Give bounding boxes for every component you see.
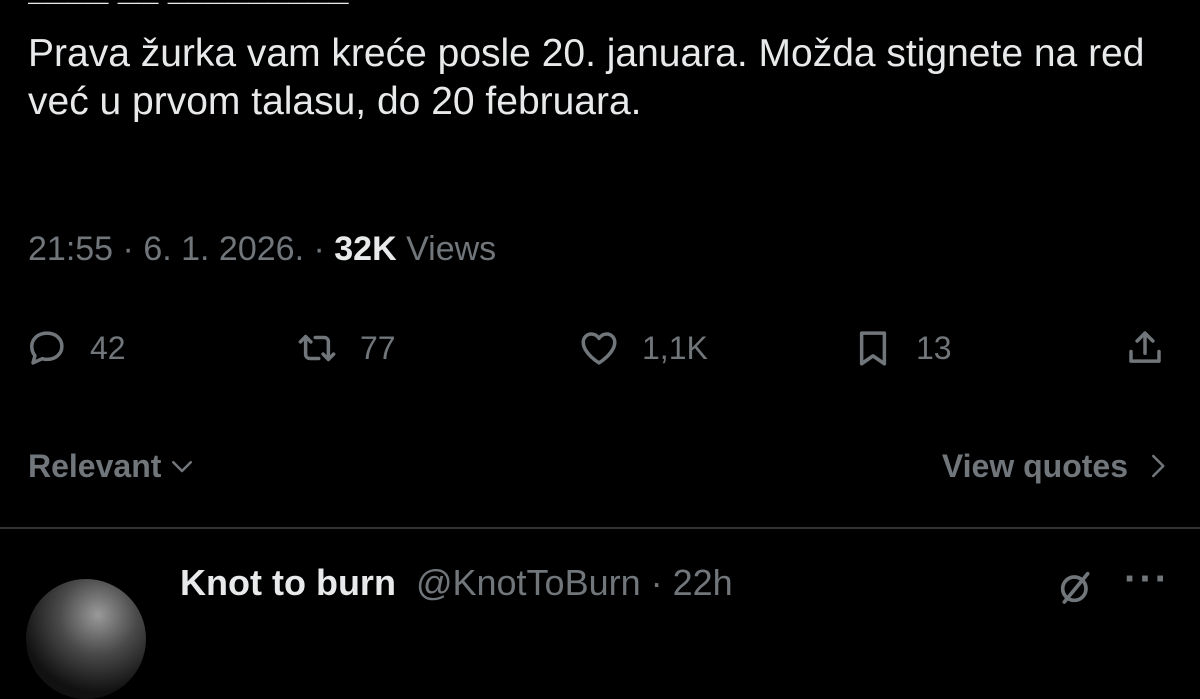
reply-header: Knot to burn @KnotToBurn · 22h	[180, 561, 733, 605]
retweet-icon	[298, 334, 336, 362]
share-icon	[1129, 331, 1161, 363]
bookmark-count: 13	[916, 329, 952, 366]
like-count: 1,1K	[642, 329, 708, 366]
tweet-meta: 21:55 · 6. 1. 2026. · 32K Views	[28, 226, 496, 272]
reply-icon	[30, 331, 64, 365]
share-button[interactable]	[1124, 316, 1166, 380]
view-quotes-link[interactable]: View quotes	[942, 440, 1172, 492]
tweet-actions: 42 77 1,1K 13	[0, 316, 1200, 380]
reply-time: 22h	[672, 562, 733, 603]
tweet-text: Prava žurka vam kreće posle 20. januara.…	[28, 32, 1145, 123]
reply-handle-text: @KnotToBurn	[415, 562, 641, 603]
bookmark-icon	[859, 331, 887, 366]
reply-filter-row: Relevant View quotes	[0, 440, 1200, 492]
meta-separator: ·	[313, 230, 335, 268]
views-label: Views	[406, 230, 497, 268]
reply-author-handle[interactable]: @KnotToBurn · 22h	[416, 562, 733, 603]
sort-label: Relevant	[28, 448, 162, 484]
chevron-down-icon	[172, 461, 193, 473]
reply-author-name[interactable]: Knot to burn	[180, 562, 396, 603]
reply-button[interactable]: 42	[26, 316, 126, 380]
bookmark-button[interactable]: 13	[852, 316, 952, 380]
view-quotes-label: View quotes	[941, 448, 1128, 484]
previous-text-line-clipped: ____ __ _________	[28, 0, 388, 4]
retweet-count: 77	[360, 329, 396, 366]
heart-icon	[581, 332, 617, 365]
reply-count: 42	[90, 329, 126, 366]
grok-icon[interactable]	[1056, 567, 1096, 607]
reply-tweet[interactable]: Knot to burn @KnotToBurn · 22h ···	[0, 555, 1200, 699]
views-count[interactable]: 32K	[334, 230, 396, 268]
tweet-time[interactable]: 21:55	[28, 230, 113, 268]
chevron-right-icon	[1152, 454, 1165, 478]
divider	[0, 527, 1200, 529]
tweet-date[interactable]: 6. 1. 2026.	[143, 230, 304, 268]
avatar[interactable]	[26, 579, 146, 699]
sort-dropdown[interactable]: Relevant	[28, 440, 197, 492]
retweet-button[interactable]: 77	[296, 316, 396, 380]
more-icon[interactable]: ···	[1124, 559, 1176, 607]
meta-separator: ·	[122, 230, 144, 268]
like-button[interactable]: 1,1K	[578, 316, 708, 380]
